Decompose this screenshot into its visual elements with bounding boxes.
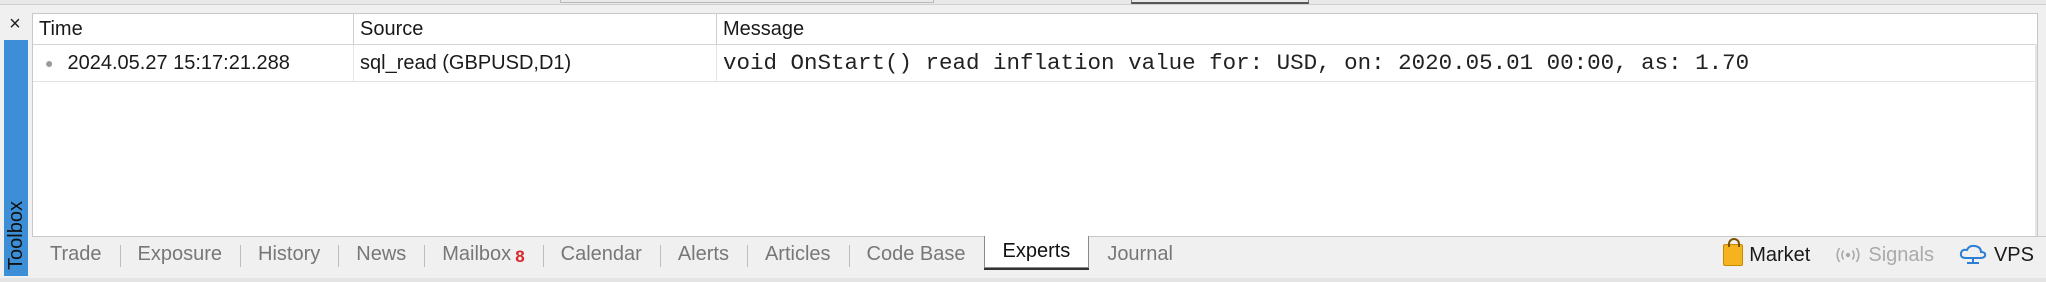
log-cell-source: sql_read (GBPUSD,D1)	[353, 45, 716, 81]
tab-articles[interactable]: Articles	[746, 237, 849, 273]
tab-exposure[interactable]: Exposure	[119, 237, 241, 273]
experts-log: Time Source Message ● 2024.05.27 15:17:21…	[32, 13, 2038, 237]
toolbox-label: Toolbox	[4, 201, 27, 270]
log-cell-time: ● 2024.05.27 15:17:21.288	[33, 45, 353, 81]
right-tools: Market Signals VPS	[1711, 237, 2046, 273]
log-time-text: 2024.05.27 15:17:21.288	[67, 52, 290, 74]
tab-alerts[interactable]: Alerts	[659, 237, 747, 273]
top-panel-edge	[0, 0, 2046, 5]
tab-trade[interactable]: Trade	[32, 237, 120, 273]
log-cell-message: void OnStart() read inflation value for:…	[716, 45, 2037, 81]
tab-list: Trade Exposure History News Mailbox 8 Cal…	[32, 236, 1191, 273]
close-toolbox-button[interactable]: ×	[0, 10, 30, 38]
toolbox-tab-bar: Trade Exposure History News Mailbox 8 Cal…	[32, 236, 2046, 273]
tab-mailbox[interactable]: Mailbox 8	[424, 237, 542, 273]
column-header-message[interactable]: Message	[716, 14, 2037, 44]
signal-broadcast-icon	[1834, 247, 1862, 263]
market-label: Market	[1749, 243, 1811, 266]
vps-label: VPS	[1993, 243, 2034, 266]
signals-button[interactable]: Signals	[1822, 237, 1946, 273]
top-panel-button-edge	[1131, 0, 1309, 4]
tab-mailbox-label: Mailbox	[442, 243, 512, 265]
tab-experts[interactable]: Experts	[983, 236, 1090, 268]
toolbox-toggle-bar[interactable]: Toolbox	[4, 40, 28, 276]
signals-label: Signals	[1868, 243, 1934, 266]
log-row[interactable]: ● 2024.05.27 15:17:21.288 sql_read (GBPUS…	[33, 45, 2037, 82]
tab-journal[interactable]: Journal	[1089, 237, 1191, 273]
top-panel-field-edge	[560, 0, 934, 3]
tab-history[interactable]: History	[240, 237, 338, 273]
close-icon[interactable]: ×	[9, 13, 21, 36]
column-header-source[interactable]: Source	[353, 14, 716, 44]
tab-news[interactable]: News	[338, 237, 424, 273]
cloud-server-icon	[1958, 244, 1988, 266]
tab-code-base[interactable]: Code Base	[848, 237, 984, 273]
log-header: Time Source Message	[33, 14, 2037, 45]
shopping-bag-icon	[1723, 238, 1744, 266]
vps-button[interactable]: VPS	[1946, 237, 2046, 273]
mailbox-count-badge: 8	[515, 247, 525, 266]
market-button[interactable]: Market	[1711, 237, 1822, 273]
column-header-time[interactable]: Time	[33, 14, 353, 44]
toolbox-side-bar: × Toolbox	[0, 10, 30, 278]
bottom-edge	[0, 278, 2046, 282]
log-scrollbar[interactable]	[2035, 44, 2037, 236]
toolbox-window: × Toolbox Time Source Message ● 2024.05.2…	[0, 0, 2046, 282]
tab-calendar[interactable]: Calendar	[542, 237, 660, 273]
log-entry-dot-icon: ●	[45, 55, 54, 71]
